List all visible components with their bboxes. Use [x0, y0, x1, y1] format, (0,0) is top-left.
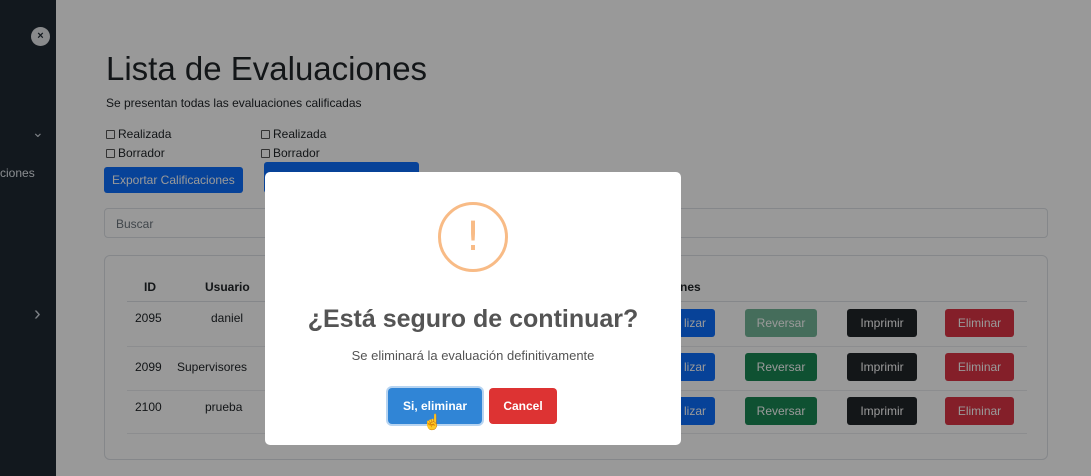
- warning-icon: !: [438, 202, 508, 272]
- confirm-dialog: ! ¿Está seguro de continuar? Se eliminar…: [265, 172, 681, 445]
- dialog-message: Se eliminará la evaluación definitivamen…: [351, 348, 595, 363]
- dialog-title: ¿Está seguro de continuar?: [307, 305, 639, 333]
- hand-cursor-icon: ☝: [423, 414, 442, 431]
- cancel-button[interactable]: Cancel: [489, 388, 557, 424]
